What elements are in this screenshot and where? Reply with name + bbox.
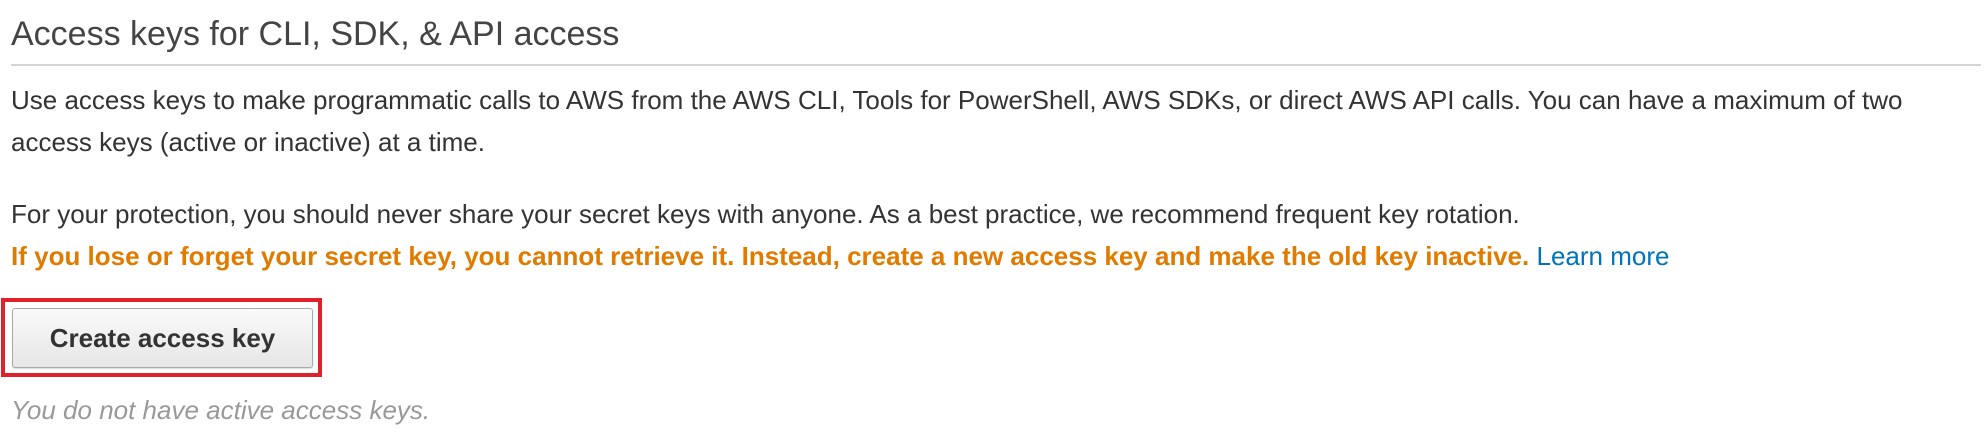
protection-text: For your protection, you should never sh… [11,199,1520,229]
warning-line: If you lose or forget your secret key, y… [11,235,1981,277]
learn-more-link[interactable]: Learn more [1536,241,1669,271]
section-title: Access keys for CLI, SDK, & API access [11,0,1981,66]
intro-text: Use access keys to make programmatic cal… [11,85,1903,157]
create-access-key-button[interactable]: Create access key [12,308,313,368]
access-keys-section: Access keys for CLI, SDK, & API access U… [11,0,1981,277]
empty-keys-message: You do not have active access keys. [11,395,431,425]
warning-text: If you lose or forget your secret key, y… [11,241,1530,271]
